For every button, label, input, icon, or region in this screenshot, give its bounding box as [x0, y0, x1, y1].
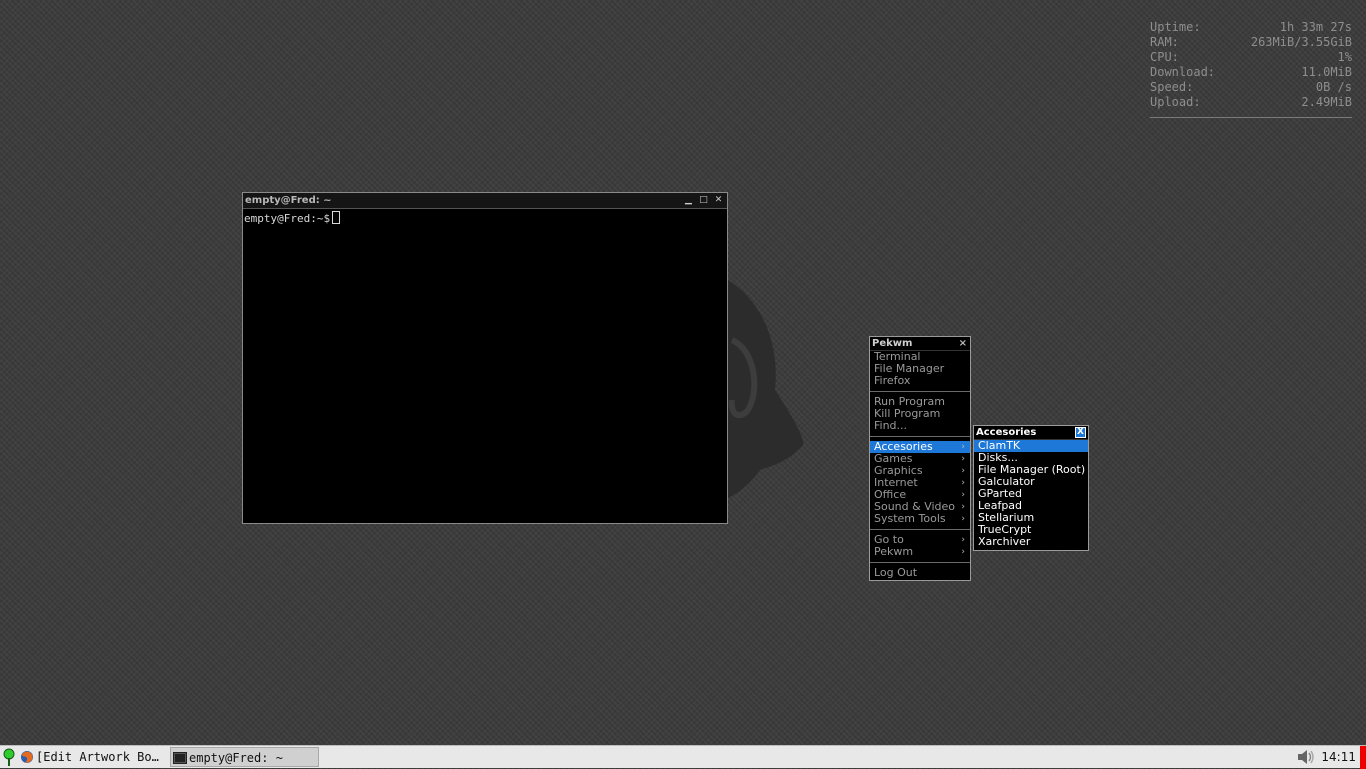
submenu-item-xarchiver[interactable]: Xarchiver	[974, 536, 1088, 548]
menu-separator	[870, 391, 970, 392]
system-monitor-widget: Uptime: 1h 33m 27s RAM: 263MiB/3.55GiB CPU…	[1150, 20, 1352, 118]
terminal-icon	[173, 752, 187, 764]
chevron-right-icon: ›	[961, 466, 965, 476]
maximize-button[interactable]: □	[699, 193, 708, 208]
menu-item-system-tools[interactable]: System Tools ›	[870, 513, 970, 525]
menu-item-find[interactable]: Find...	[870, 420, 970, 432]
menu-separator	[870, 436, 970, 437]
close-button[interactable]: ✕	[714, 193, 723, 208]
firefox-icon	[21, 751, 33, 763]
menu-separator	[870, 562, 970, 563]
menu-item-log-out[interactable]: Log Out	[870, 567, 970, 579]
terminal-content[interactable]: empty@Fred:~$	[243, 209, 727, 228]
terminal-prompt: empty@Fred:~$	[244, 212, 331, 225]
root-menu-title: Pekwm ×	[870, 337, 970, 351]
menu-separator	[870, 529, 970, 530]
volume-icon[interactable]	[1297, 749, 1315, 765]
chevron-right-icon: ›	[961, 514, 965, 524]
chevron-right-icon: ›	[961, 535, 965, 545]
chevron-right-icon: ›	[961, 454, 965, 464]
chevron-right-icon: ›	[961, 490, 965, 500]
conky-row-cpu: CPU: 1%	[1150, 50, 1352, 64]
terminal-window[interactable]: empty@Fred: ~ ▁ □ ✕ empty@Fred:~$	[242, 192, 728, 524]
conky-row-ram: RAM: 263MiB/3.55GiB	[1150, 35, 1352, 49]
chevron-right-icon: ›	[961, 547, 965, 557]
terminal-cursor	[332, 211, 341, 224]
chevron-right-icon: ›	[961, 478, 965, 488]
taskbar: [Edit Artwork Bo… empty@Fred: ~ 14:11	[0, 745, 1366, 769]
terminal-title: empty@Fred: ~	[245, 195, 332, 206]
accesories-submenu: Accesories X ClamTK Disks... File Manage…	[973, 425, 1089, 551]
conky-row-uptime: Uptime: 1h 33m 27s	[1150, 20, 1352, 34]
root-menu: Pekwm × Terminal File Manager Firefox Ru…	[869, 336, 971, 581]
conky-row-download: Download: 11.0MiB	[1150, 65, 1352, 79]
taskbar-item-firefox[interactable]: [Edit Artwork Bo…	[20, 747, 166, 767]
menu-item-pekwm[interactable]: Pekwm ›	[870, 546, 970, 558]
notification-indicator	[1360, 746, 1366, 769]
root-menu-close-button[interactable]: ×	[959, 337, 967, 350]
chevron-right-icon: ›	[961, 502, 965, 512]
taskbar-item-terminal[interactable]: empty@Fred: ~	[170, 747, 319, 767]
conky-row-upload: Upload: 2.49MiB	[1150, 95, 1352, 109]
terminal-titlebar[interactable]: empty@Fred: ~ ▁ □ ✕	[243, 193, 727, 209]
submenu-title: Accesories X	[974, 426, 1088, 440]
submenu-close-button[interactable]: X	[1075, 427, 1086, 438]
chevron-right-icon: ›	[961, 442, 965, 452]
minimize-button[interactable]: ▁	[684, 193, 693, 208]
conky-row-speed: Speed: 0B /s	[1150, 80, 1352, 94]
menu-item-firefox[interactable]: Firefox	[870, 375, 970, 387]
conky-divider	[1150, 117, 1352, 118]
start-menu-icon[interactable]	[3, 748, 15, 766]
taskbar-clock[interactable]: 14:11	[1321, 747, 1356, 767]
